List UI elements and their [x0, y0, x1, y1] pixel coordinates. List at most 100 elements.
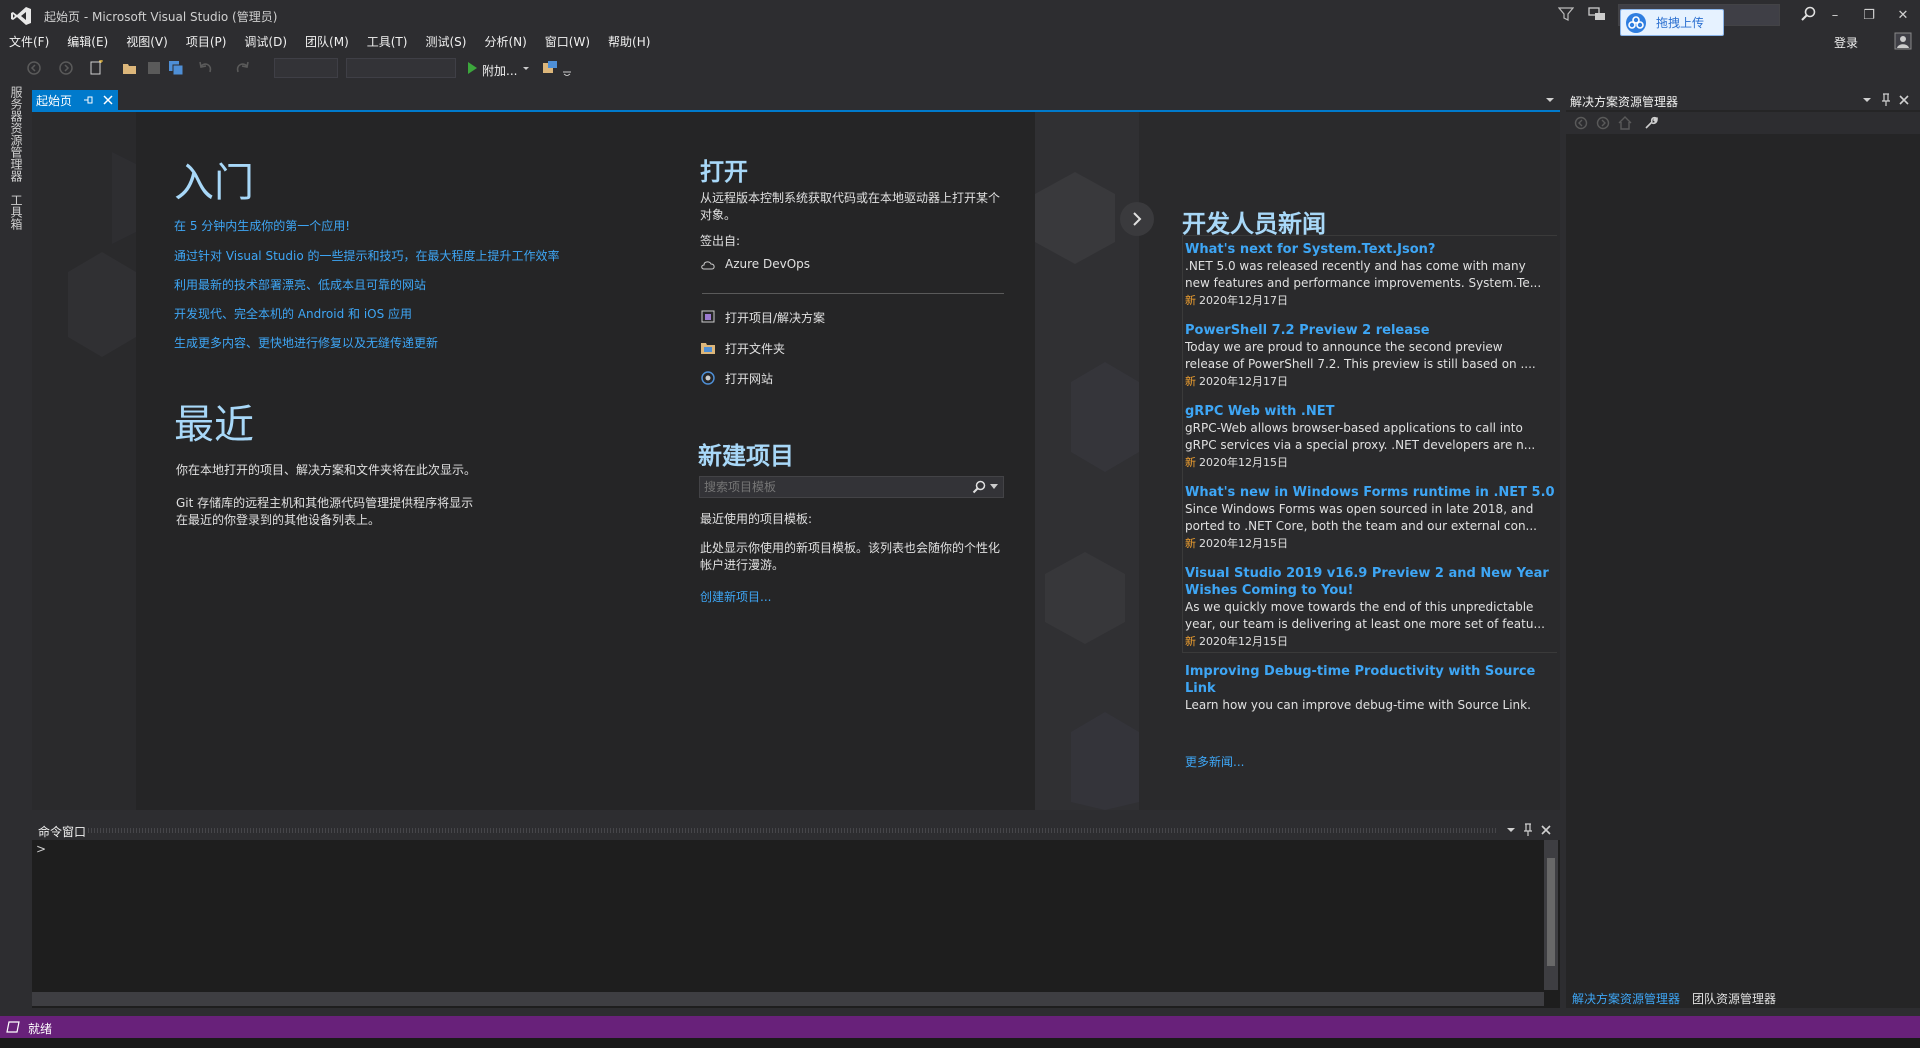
document-tab-bar: 起始页: [32, 90, 1560, 110]
tab-team-explorer[interactable]: 团队资源管理器: [1692, 990, 1776, 1007]
link-android-ios[interactable]: 开发现代、完全本机的 Android 和 iOS 应用: [174, 305, 412, 322]
command-window-body[interactable]: >: [32, 840, 1560, 1008]
chevron-down-icon[interactable]: [1506, 825, 1516, 835]
server-explorer-tab[interactable]: 服务器资源管理器: [8, 86, 25, 182]
menu-help[interactable]: 帮助(H): [599, 32, 659, 52]
login-link[interactable]: 登录: [1834, 34, 1858, 51]
menu-tools[interactable]: 工具(T): [358, 32, 417, 52]
redo-icon[interactable]: [234, 60, 250, 76]
menu-analyze[interactable]: 分析(N): [475, 32, 535, 52]
news-item-title[interactable]: PowerShell 7.2 Preview 2 release: [1185, 322, 1430, 339]
open-website-link[interactable]: 打开网站: [725, 371, 773, 388]
account-icon[interactable]: [1894, 32, 1912, 50]
drag-upload-button[interactable]: 拖拽上传: [1620, 9, 1724, 36]
solution-explorer-panel: 解决方案资源管理器: [1566, 90, 1920, 1008]
save-all-icon[interactable]: [168, 60, 184, 76]
close-icon[interactable]: [1540, 824, 1552, 836]
link-ship-updates[interactable]: 生成更多内容、更快地进行修复以及无缝传递更新: [174, 334, 438, 351]
menu-team[interactable]: 团队(M): [296, 32, 358, 52]
chevron-down-icon[interactable]: [522, 60, 530, 76]
create-new-project-link[interactable]: 创建新项目...: [700, 588, 771, 605]
horizontal-scrollbar[interactable]: [32, 992, 1544, 1006]
news-item-title-line1[interactable]: Improving Debug-time Productivity with S…: [1185, 663, 1535, 680]
news-item-title-line1[interactable]: Visual Studio 2019 v16.9 Preview 2 and N…: [1185, 565, 1549, 582]
command-window-header: 命令窗口: [32, 820, 1560, 840]
filter-icon[interactable]: [1558, 6, 1574, 22]
open-description-line2: 对象。: [700, 208, 737, 222]
template-search-box[interactable]: [699, 476, 1004, 498]
notification-icon[interactable]: [6, 1020, 20, 1034]
menu-project[interactable]: 项目(P): [177, 32, 236, 52]
pin-icon[interactable]: [1522, 823, 1534, 837]
tab-list-dropdown-icon[interactable]: [1544, 94, 1556, 106]
news-item-title-line2[interactable]: Link: [1185, 680, 1216, 697]
collapse-news-button[interactable]: [1120, 202, 1154, 236]
browser-link-icon[interactable]: [542, 60, 558, 76]
link-deploy-websites[interactable]: 利用最新的技术部署漂亮、低成本且可靠的网站: [174, 276, 426, 293]
news-item-summary-line1: As we quickly move towards the end of th…: [1185, 600, 1534, 614]
pin-icon[interactable]: [82, 93, 96, 107]
azure-devops-link[interactable]: Azure DevOps: [725, 256, 810, 273]
properties-wrench-icon[interactable]: [1644, 116, 1658, 130]
solution-configuration-dropdown[interactable]: [274, 58, 338, 78]
chevron-down-icon[interactable]: [990, 484, 998, 490]
open-file-icon[interactable]: [122, 60, 138, 76]
more-news-link[interactable]: 更多新闻...: [1185, 753, 1244, 770]
open-heading: 打开: [700, 158, 748, 186]
toolbox-tab[interactable]: 工具箱: [8, 194, 25, 230]
tab-start-page[interactable]: 起始页: [32, 90, 118, 110]
close-icon[interactable]: [1898, 94, 1910, 106]
visual-studio-logo-icon: [11, 7, 31, 25]
news-item-title[interactable]: What's next for System.Text.Json?: [1185, 241, 1435, 258]
news-item-title-line2[interactable]: Wishes Coming to You!: [1185, 582, 1353, 599]
open-folder-link[interactable]: 打开文件夹: [725, 341, 785, 358]
new-project-heading: 新建项目: [698, 442, 794, 470]
minimize-button[interactable]: –: [1822, 4, 1848, 26]
search-icon[interactable]: [1800, 6, 1816, 22]
search-icon[interactable]: [972, 480, 986, 494]
panel-grip[interactable]: [88, 828, 1498, 833]
menu-window[interactable]: 窗口(W): [536, 32, 599, 52]
restore-button[interactable]: ❐: [1856, 4, 1882, 26]
menu-view[interactable]: 视图(V): [117, 32, 177, 52]
close-icon[interactable]: [102, 94, 114, 106]
save-icon[interactable]: [146, 60, 162, 76]
window-title: 起始页 - Microsoft Visual Studio (管理员): [44, 10, 278, 24]
templates-description-line1: 此处显示你使用的新项目模板。该列表也会随你的个性化: [700, 541, 1001, 555]
new-project-icon[interactable]: [88, 60, 104, 76]
scrollbar-thumb[interactable]: [1547, 858, 1555, 966]
pin-icon[interactable]: [1880, 93, 1892, 107]
menu-debug[interactable]: 调试(D): [235, 32, 296, 52]
toolbar-overflow-icon[interactable]: [562, 60, 572, 76]
attach-button[interactable]: 附加...: [482, 62, 517, 79]
new-badge: 新: [1185, 375, 1196, 388]
back-icon[interactable]: [1574, 116, 1588, 130]
menu-test[interactable]: 测试(S): [416, 32, 475, 52]
menu-file[interactable]: 文件(F): [0, 32, 58, 52]
navigate-back-icon[interactable]: [26, 60, 42, 76]
navigate-forward-icon[interactable]: [58, 60, 74, 76]
news-item-date: 新 2020年12月15日: [1185, 633, 1288, 649]
template-search-input[interactable]: [704, 479, 964, 495]
news-item-title[interactable]: gRPC Web with .NET: [1185, 403, 1334, 420]
open-project-link[interactable]: 打开项目/解决方案: [725, 310, 825, 327]
home-icon[interactable]: [1618, 116, 1632, 130]
solution-explorer-title: 解决方案资源管理器: [1570, 95, 1679, 109]
news-item-title[interactable]: What's new in Windows Forms runtime in .…: [1185, 484, 1555, 501]
vertical-scrollbar[interactable]: [1544, 840, 1558, 990]
recent-templates-label: 最近使用的项目模板:: [700, 512, 813, 526]
close-window-button[interactable]: ✕: [1890, 4, 1916, 26]
checkout-label: 签出自:: [700, 234, 741, 248]
start-debug-icon[interactable]: [464, 60, 480, 76]
solution-platform-dropdown[interactable]: [346, 58, 456, 78]
chevron-down-icon[interactable]: [1862, 95, 1872, 105]
feedback-icon[interactable]: [1588, 6, 1606, 22]
tab-solution-explorer[interactable]: 解决方案资源管理器: [1572, 990, 1680, 1007]
news-item-summary-line1: .NET 5.0 was released recently and has c…: [1185, 259, 1526, 273]
solution-tree[interactable]: [1566, 138, 1920, 980]
link-tips-tricks[interactable]: 通过针对 Visual Studio 的一些提示和技巧，在最大程度上提升工作效率: [174, 247, 560, 264]
undo-icon[interactable]: [198, 60, 214, 76]
menu-edit[interactable]: 编辑(E): [58, 32, 117, 52]
link-first-app[interactable]: 在 5 分钟内生成你的第一个应用!: [174, 217, 350, 234]
forward-icon[interactable]: [1596, 116, 1610, 130]
